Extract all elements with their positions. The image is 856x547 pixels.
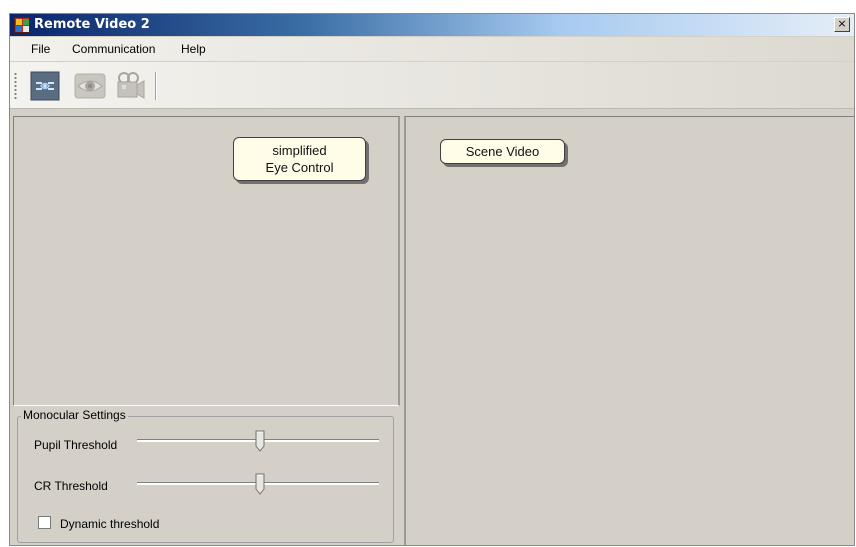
camera-button[interactable]: [114, 71, 145, 101]
menu-communication[interactable]: Communication: [72, 42, 155, 56]
eye-control-panel[interactable]: simplified Eye Control: [13, 116, 400, 406]
close-button[interactable]: ×: [834, 17, 850, 32]
eye-icon: [74, 73, 106, 99]
camera-icon: [117, 72, 145, 99]
app-icon: [14, 17, 30, 33]
menu-bar: File Communication Help: [10, 37, 854, 61]
pupil-threshold-label: Pupil Threshold: [34, 438, 118, 452]
title-bar[interactable]: Remote Video 2 ×: [10, 14, 854, 36]
scene-video-callout: Scene Video: [440, 139, 565, 164]
dynamic-threshold-label[interactable]: Dynamic threshold: [60, 517, 159, 531]
connect-icon: [30, 71, 60, 101]
callout-line-1: simplified: [272, 143, 327, 158]
cr-threshold-label: CR Threshold: [34, 479, 108, 493]
app-window: Remote Video 2 × File Communication Help: [9, 13, 855, 546]
toolbar-grip-icon[interactable]: [14, 72, 17, 100]
scene-video-panel[interactable]: Scene Video: [404, 116, 854, 545]
window-title: Remote Video 2: [34, 17, 150, 32]
dynamic-threshold-checkbox[interactable]: [38, 516, 51, 529]
cr-slider-thumb[interactable]: [255, 473, 265, 495]
menu-help[interactable]: Help: [181, 42, 206, 56]
eye-control-callout: simplified Eye Control: [233, 137, 366, 181]
group-title: Monocular Settings: [21, 408, 128, 422]
toolbar: [10, 62, 854, 109]
callout-line-2: Eye Control: [265, 160, 334, 175]
connect-button[interactable]: [30, 71, 60, 101]
eye-button[interactable]: [74, 71, 106, 101]
monocular-settings-group: Monocular Settings Pupil Threshold CR Th…: [17, 408, 394, 543]
menu-file[interactable]: File: [31, 42, 50, 56]
pupil-slider-thumb[interactable]: [255, 430, 265, 452]
toolbar-separator: [155, 72, 157, 100]
